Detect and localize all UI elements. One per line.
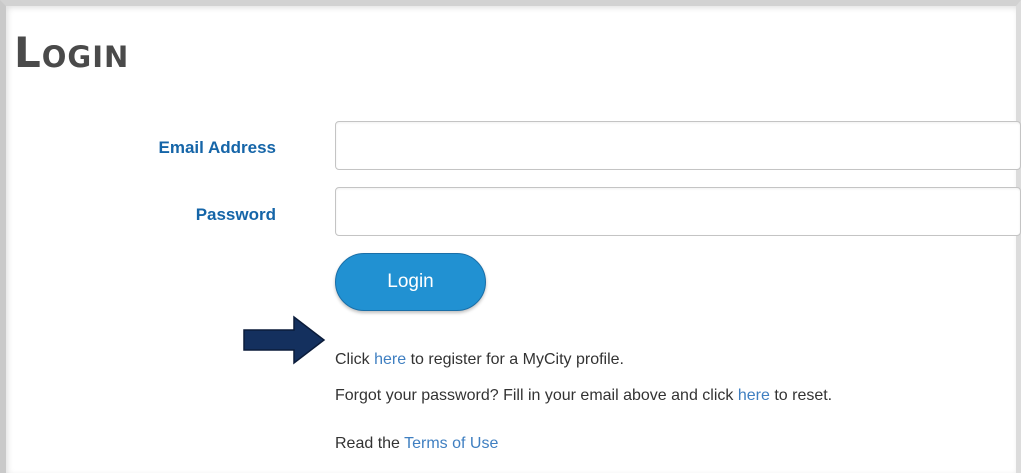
login-panel: Login Email Address Password Login Click… (0, 0, 1021, 473)
terms-of-use-link[interactable]: Terms of Use (404, 435, 498, 452)
register-link[interactable]: here (374, 351, 406, 368)
email-field[interactable] (335, 121, 1021, 170)
register-prefix: Click (335, 351, 375, 368)
register-suffix: to register for a MyCity profile. (406, 351, 624, 368)
right-arrow-icon (243, 315, 326, 365)
login-button[interactable]: Login (335, 253, 486, 311)
forgot-password-text: Forgot your password? Fill in your email… (335, 386, 832, 406)
terms-prefix: Read the (335, 435, 405, 452)
page-title: Login (14, 28, 130, 77)
password-label: Password (195, 205, 276, 224)
terms-text: Read the Terms of Use (335, 434, 498, 454)
register-text: Click here to register for a MyCity prof… (335, 350, 624, 370)
reset-password-link[interactable]: here (738, 387, 770, 404)
forgot-suffix: to reset. (769, 387, 833, 404)
email-label: Email Address (158, 138, 276, 157)
password-field[interactable] (335, 187, 1021, 236)
forgot-prefix: Forgot your password? Fill in your email… (335, 387, 738, 404)
